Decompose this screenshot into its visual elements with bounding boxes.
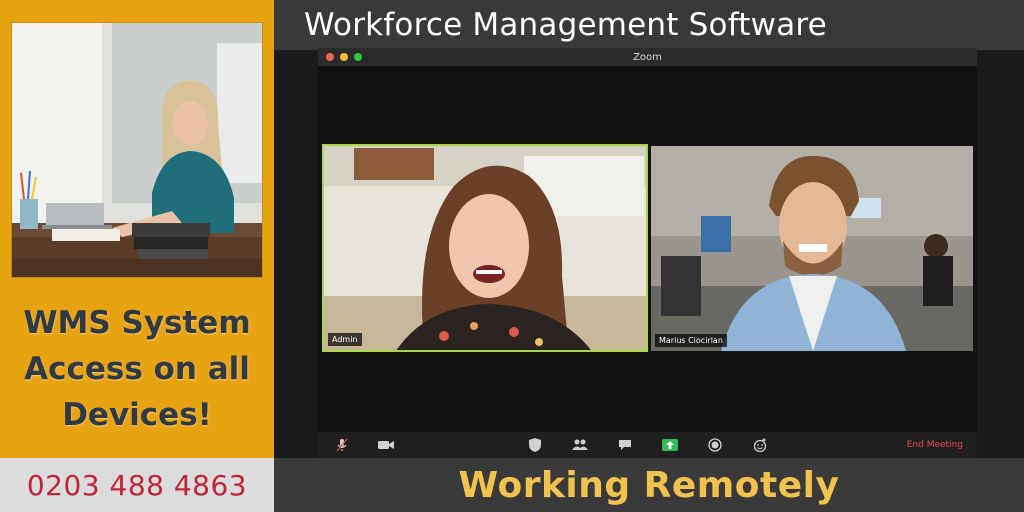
woman-working-illustration [12,23,262,277]
zoom-window: Zoom Admin Marius Ciocirlan End Meeting [318,48,977,458]
headline: WMS System Access on all Devices! [0,300,274,438]
headline-line-3: Devices! [62,397,212,433]
participant-name-admin: Admin [328,333,362,346]
record-icon[interactable] [707,437,723,453]
video-tile-admin[interactable]: Admin [322,144,648,352]
participants-icon[interactable] [572,437,588,453]
marius-video-feed [651,146,973,351]
video-tile-marius[interactable]: Marius Ciocirlan [651,146,973,351]
left-panel: WMS System Access on all Devices! [0,0,274,458]
page-title: Workforce Management Software [304,7,827,43]
phone-number[interactable]: 0203 488 4863 [27,469,247,502]
security-shield-icon[interactable] [527,437,543,453]
woman-working-photo [11,22,263,278]
zoom-titlebar: Zoom [318,48,977,66]
participant-name-marius: Marius Ciocirlan [655,334,727,347]
headline-line-1: WMS System [23,305,251,341]
bottom-bar: Working Remotely [274,458,1024,512]
reactions-icon[interactable] [752,437,768,453]
title-bar: Workforce Management Software [274,0,1024,50]
zoom-window-title: Zoom [633,51,662,63]
footer-title: Working Remotely [458,464,840,506]
video-camera-icon[interactable] [378,437,394,453]
share-screen-icon[interactable] [662,437,678,453]
end-meeting-button[interactable]: End Meeting [907,440,963,450]
promo-banner: WMS System Access on all Devices! 0203 4… [0,0,1024,512]
microphone-icon[interactable] [334,437,350,453]
phone-strip: 0203 488 4863 [0,458,274,512]
admin-video-feed [324,146,646,350]
chat-bubble-icon[interactable] [617,437,633,453]
zoom-toolbar: End Meeting [318,432,977,458]
headline-line-2: Access on all [24,351,250,387]
